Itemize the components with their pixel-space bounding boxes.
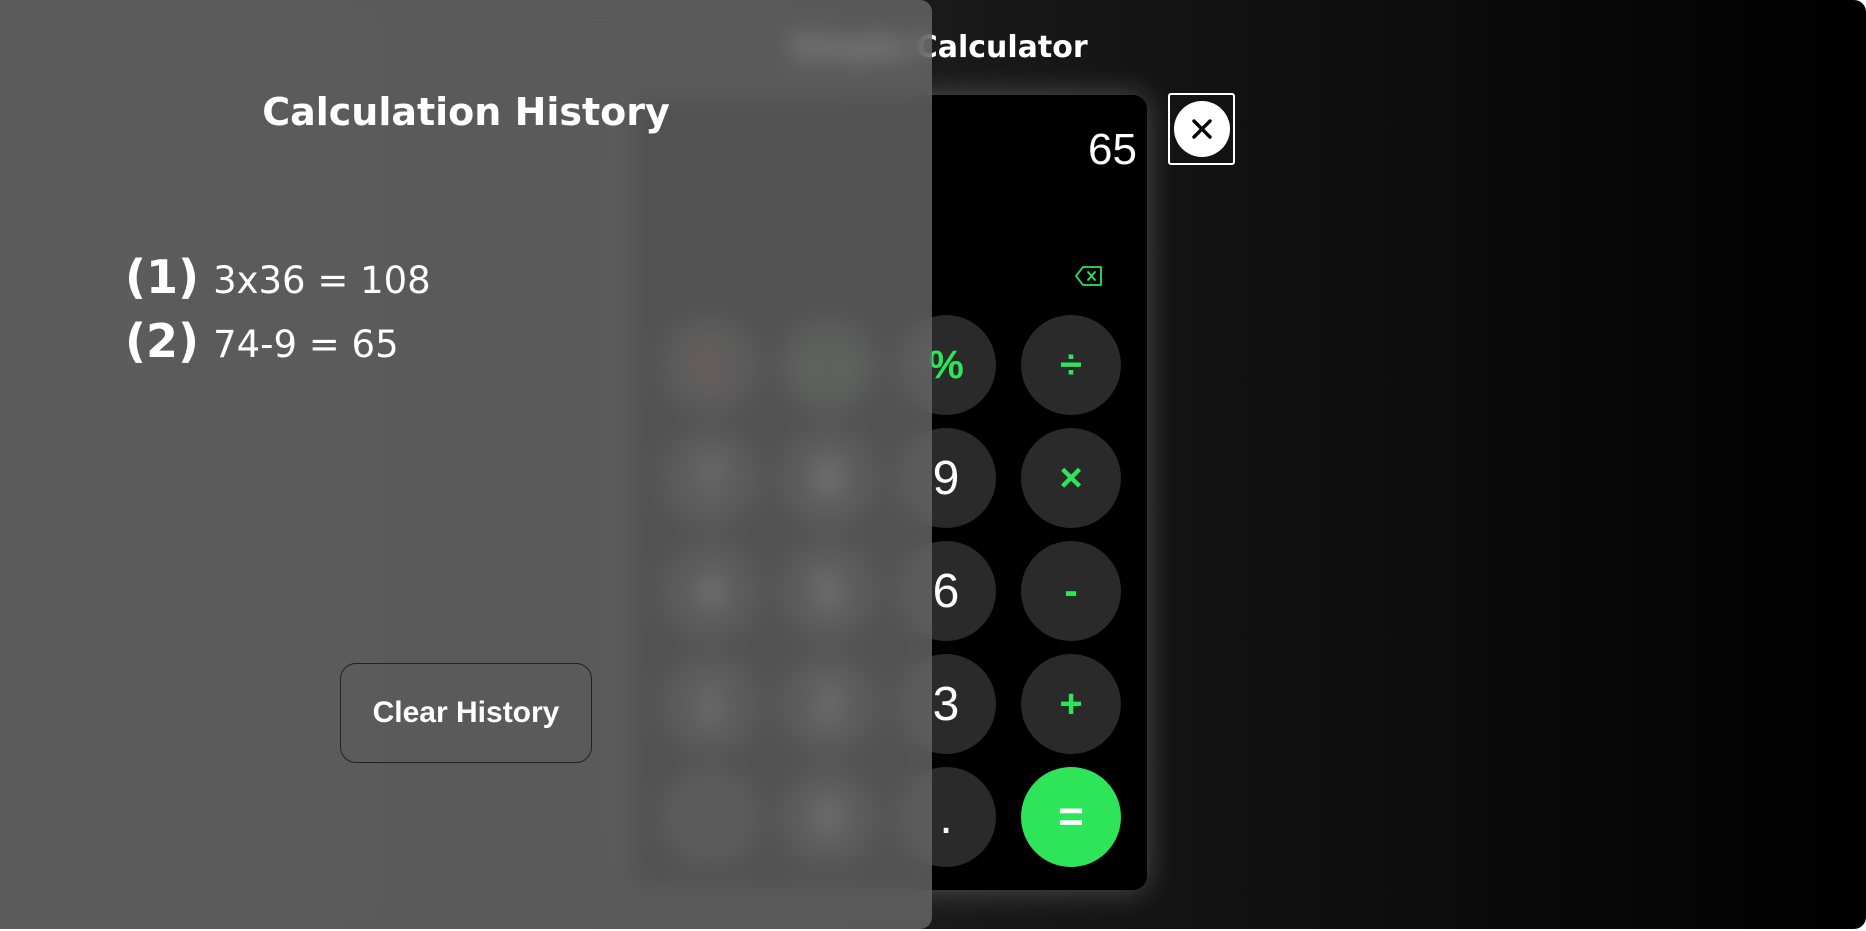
history-item[interactable]: (1) 3x36 = 108 (125, 250, 431, 314)
key-equals[interactable]: = (1021, 767, 1121, 867)
calculator-display: 65 (1088, 125, 1137, 174)
history-item-index: (2) (125, 314, 200, 368)
close-history-button[interactable] (1168, 93, 1235, 165)
history-item-expression: 3x36 = 108 (213, 259, 431, 302)
key-multiply[interactable]: × (1021, 428, 1121, 528)
key-add[interactable]: + (1021, 654, 1121, 754)
clear-history-button[interactable]: Clear History (340, 663, 592, 763)
backspace-icon[interactable] (1075, 265, 1103, 287)
history-item-expression: 74-9 = 65 (213, 323, 399, 366)
key-subtract[interactable]: - (1021, 541, 1121, 641)
history-panel: Calculation History (1) 3x36 = 108 (2) 7… (0, 0, 932, 929)
key-divide[interactable]: ÷ (1021, 315, 1121, 415)
history-list: (1) 3x36 = 108 (2) 74-9 = 65 (125, 250, 431, 378)
history-title: Calculation History (262, 90, 670, 134)
history-item[interactable]: (2) 74-9 = 65 (125, 314, 431, 378)
close-icon[interactable] (1173, 101, 1230, 157)
history-item-index: (1) (125, 250, 200, 304)
